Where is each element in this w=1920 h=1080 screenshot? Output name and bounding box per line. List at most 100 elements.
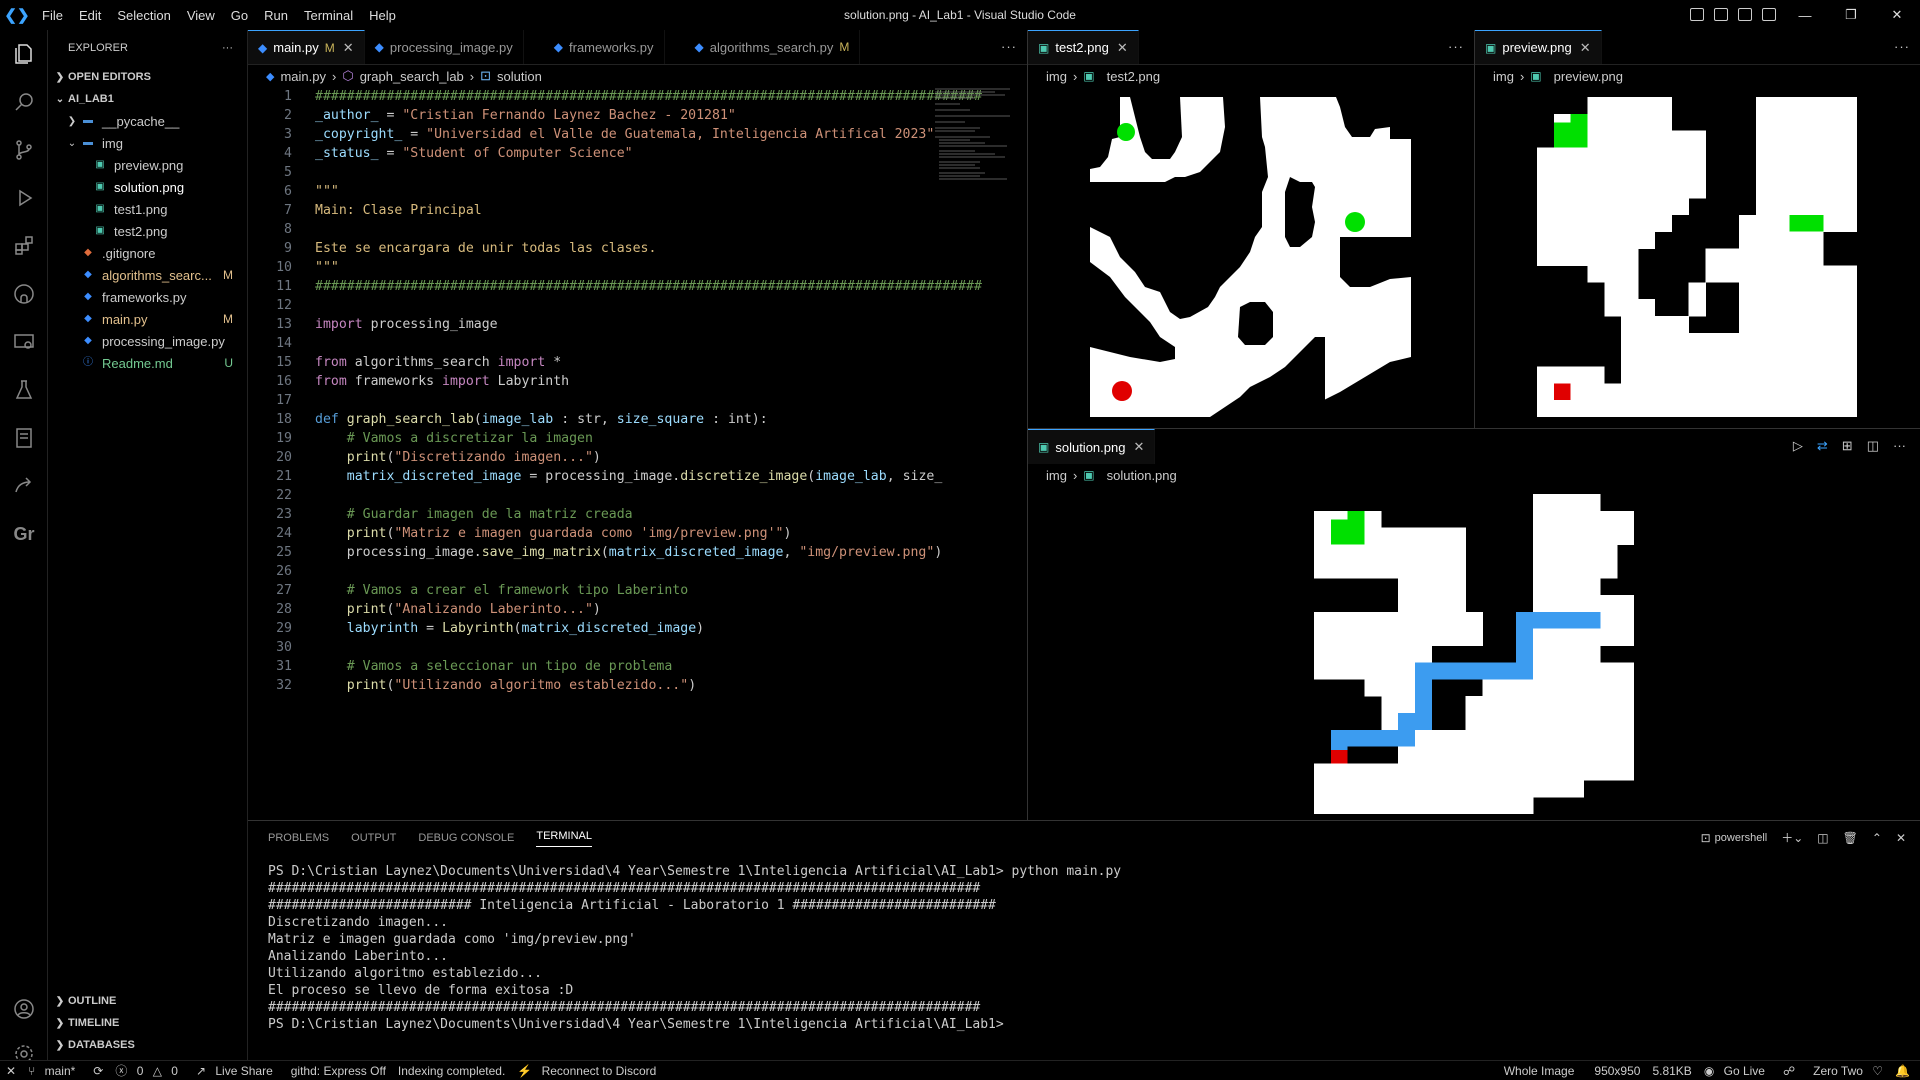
new-terminal-icon[interactable]: ＋⌄: [1781, 829, 1803, 846]
tree-item[interactable]: ▣ test1.png: [48, 198, 247, 220]
databases-section[interactable]: ❯ DATABASES: [48, 1034, 248, 1056]
menu-view[interactable]: View: [179, 8, 223, 23]
open-changes-icon[interactable]: ⊞: [1842, 438, 1853, 454]
extensions-icon[interactable]: [0, 222, 48, 270]
code-line[interactable]: 20 print("Discretizando imagen..."): [248, 448, 1027, 467]
code-line[interactable]: 21 matrix_discreted_image = processing_i…: [248, 467, 1027, 486]
tree-item[interactable]: ◆ main.py M: [48, 308, 247, 330]
tab-main-py[interactable]: ◆ main.py M ✕: [248, 30, 365, 64]
code-line[interactable]: 30: [248, 638, 1027, 657]
tree-item[interactable]: ▣ preview.png: [48, 154, 247, 176]
menu-run[interactable]: Run: [256, 8, 296, 23]
code-line[interactable]: 4 _status_ = "Student of Computer Science…: [248, 144, 1027, 163]
toggle-sidebar-icon[interactable]: [1690, 8, 1704, 21]
code-line[interactable]: 7 Main: Clase Principal: [248, 201, 1027, 220]
more-actions-icon[interactable]: ···: [1893, 438, 1906, 454]
code-line[interactable]: 19 # Vamos a discretizar la imagen: [248, 429, 1027, 448]
accounts-icon[interactable]: [0, 985, 48, 1033]
tree-item[interactable]: ⌄ ▬ img: [48, 132, 247, 154]
breadcrumb-function[interactable]: graph_search_lab: [360, 69, 464, 84]
code-line[interactable]: 10 """: [248, 258, 1027, 277]
tab-preview-png[interactable]: ▣ preview.png ✕: [1475, 30, 1602, 64]
breadcrumb-file[interactable]: preview.png: [1554, 69, 1623, 84]
code-line[interactable]: 1 #######################################…: [248, 87, 1027, 106]
code-line[interactable]: 12: [248, 296, 1027, 315]
remote-explorer-icon[interactable]: [0, 318, 48, 366]
close-panel-icon[interactable]: ✕: [1896, 831, 1906, 845]
code-line[interactable]: 18 def graph_search_lab(image_lab : str, …: [248, 410, 1027, 429]
maximize-panel-icon[interactable]: ⌃: [1872, 831, 1882, 845]
problems-indicator[interactable]: ⓧ 0 △ 0: [109, 1062, 190, 1079]
branch-indicator[interactable]: ⑂ main*: [22, 1064, 87, 1078]
code-line[interactable]: 15 from algorithms_search import *: [248, 353, 1027, 372]
menu-terminal[interactable]: Terminal: [296, 8, 361, 23]
code-line[interactable]: 31 # Vamos a seleccionar un tipo de prob…: [248, 657, 1027, 676]
tab-algorithms-search-py[interactable]: ◆ algorithms_search.py M: [665, 30, 861, 64]
menu-edit[interactable]: Edit: [71, 8, 109, 23]
image-zoom-status[interactable]: Whole Image: [1498, 1064, 1589, 1078]
github-icon[interactable]: [0, 270, 48, 318]
code-line[interactable]: 16 from frameworks import Labyrinth: [248, 372, 1027, 391]
live-share-icon[interactable]: [0, 462, 48, 510]
compare-icon[interactable]: ⇄: [1817, 438, 1828, 454]
code-area[interactable]: 1 #######################################…: [248, 87, 1027, 695]
testing-icon[interactable]: [0, 366, 48, 414]
breadcrumb-file[interactable]: solution.png: [1107, 468, 1177, 483]
close-tab-icon[interactable]: ✕: [343, 40, 354, 56]
menu-go[interactable]: Go: [223, 8, 256, 23]
split-terminal-icon[interactable]: ◫: [1817, 831, 1828, 845]
tab-test2-png[interactable]: ▣ test2.png ✕: [1028, 30, 1139, 64]
tab-frameworks-py[interactable]: ◆ frameworks.py: [524, 30, 665, 64]
code-line[interactable]: 13 import processing_image: [248, 315, 1027, 334]
tab-debug-console[interactable]: DEBUG CONSOLE: [418, 832, 514, 844]
tree-item[interactable]: ▣ test2.png: [48, 220, 247, 242]
tree-item[interactable]: ◆ .gitignore: [48, 242, 247, 264]
more-actions-icon[interactable]: ···: [1448, 39, 1464, 54]
githd-status[interactable]: githd: Express Off: [285, 1064, 392, 1078]
code-line[interactable]: 2 _author_ = "Cristian Fernando Laynez Ba…: [248, 106, 1027, 125]
terminal-output[interactable]: PS D:\Cristian Laynez\Documents\Universi…: [248, 855, 1920, 1033]
more-actions-icon[interactable]: ···: [222, 42, 233, 54]
code-line[interactable]: 11 ######################################…: [248, 277, 1027, 296]
code-line[interactable]: 29 labyrinth = Labyrinth(matrix_discrete…: [248, 619, 1027, 638]
tree-item[interactable]: ◆ processing_image.py: [48, 330, 247, 352]
code-line[interactable]: 22: [248, 486, 1027, 505]
explorer-icon[interactable]: [0, 30, 48, 78]
tree-item[interactable]: ▣ solution.png: [48, 176, 247, 198]
customize-layout-icon[interactable]: [1762, 8, 1776, 21]
tab-processing-image-py[interactable]: ◆ processing_image.py: [365, 30, 524, 64]
tab-output[interactable]: OUTPUT: [351, 832, 396, 844]
gitlens-icon[interactable]: Gr: [0, 510, 48, 558]
code-line[interactable]: 6 """: [248, 182, 1027, 201]
toggle-panel-icon[interactable]: [1714, 8, 1728, 21]
breadcrumb-folder[interactable]: img: [1046, 468, 1067, 483]
notebook-icon[interactable]: [0, 414, 48, 462]
go-live-button[interactable]: ◉ Go Live: [1698, 1064, 1777, 1078]
code-line[interactable]: 14: [248, 334, 1027, 353]
more-actions-icon[interactable]: ···: [1894, 39, 1910, 54]
notifications-icon[interactable]: 🔔: [1889, 1064, 1916, 1078]
close-tab-icon[interactable]: ✕: [1580, 40, 1591, 56]
timeline-section[interactable]: ❯ TIMELINE: [48, 1012, 248, 1034]
project-root-section[interactable]: ⌄ AI_LAB1: [48, 88, 247, 110]
maze-image-preview[interactable]: [1537, 97, 1857, 417]
tab-problems[interactable]: PROBLEMS: [268, 832, 329, 844]
more-actions-icon[interactable]: ···: [1001, 39, 1017, 54]
open-editors-section[interactable]: ❯ OPEN EDITORS: [48, 66, 247, 88]
menu-selection[interactable]: Selection: [109, 8, 178, 23]
breadcrumb-file[interactable]: test2.png: [1107, 69, 1161, 84]
code-line[interactable]: 26: [248, 562, 1027, 581]
breadcrumb-folder[interactable]: img: [1046, 69, 1067, 84]
minimap[interactable]: [935, 87, 1015, 187]
run-icon[interactable]: ▷: [1793, 438, 1803, 454]
live-share-button[interactable]: ↗ Live Share: [190, 1064, 285, 1078]
sync-icon[interactable]: ⟳: [87, 1064, 109, 1078]
outline-section[interactable]: ❯ OUTLINE: [48, 990, 248, 1012]
code-line[interactable]: 9 Este se encargara de unir todas las cla…: [248, 239, 1027, 258]
code-line[interactable]: 8: [248, 220, 1027, 239]
tree-item[interactable]: ◆ algorithms_searc... M: [48, 264, 247, 286]
tree-item[interactable]: ⓘ Readme.md U: [48, 352, 247, 374]
restore-button[interactable]: ❐: [1828, 7, 1874, 23]
code-line[interactable]: 28 print("Analizando Laberinto..."): [248, 600, 1027, 619]
search-icon[interactable]: [0, 78, 48, 126]
